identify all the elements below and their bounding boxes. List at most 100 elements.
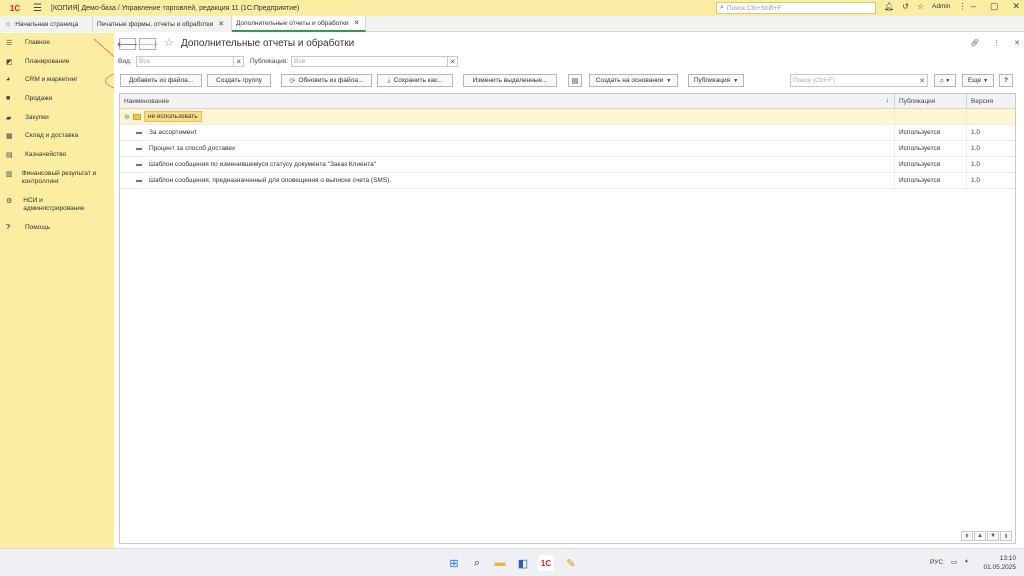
prev-page-icon[interactable]: ▲	[974, 531, 986, 541]
sort-down-icon: ↓	[885, 97, 890, 104]
onec-configurator-icon[interactable]: ✎	[563, 555, 579, 571]
close-icon[interactable]: ✕	[1012, 1, 1020, 12]
vid-filter-clear-icon[interactable]: ✕	[233, 56, 244, 67]
table-header: Наименование ↓ Публикация Версия	[120, 94, 1015, 109]
list-view-button[interactable]: ▤	[568, 74, 582, 87]
first-page-icon[interactable]: ⇞	[961, 531, 973, 541]
next-page-icon[interactable]: ▼	[987, 531, 999, 541]
tab-home[interactable]: ⌂ Начальная страница	[0, 16, 93, 32]
page-title: Дополнительные отчеты и обработки	[181, 38, 355, 49]
list-search-input[interactable]: Поиск (Ctrl+F)	[790, 74, 928, 87]
star-icon[interactable]: ☆	[917, 2, 924, 11]
history-icon[interactable]: ↺	[902, 2, 909, 11]
table-row-group[interactable]: ⊕ не использовать	[120, 109, 1015, 125]
file-explorer-icon[interactable]: ▬	[492, 555, 508, 571]
back-button[interactable]: 🡐	[117, 38, 138, 50]
search-clear-icon[interactable]: ✕	[916, 74, 928, 87]
global-search-input[interactable]: ⌕ Поиск Ctrl+Shift+F	[716, 2, 876, 14]
item-icon	[136, 179, 142, 182]
document-list-icon: ▤	[571, 77, 579, 85]
volume-icon[interactable]: 🔈︎	[965, 558, 969, 566]
app-title: [КОПИЯ] Демо-база / Управление торговлей…	[51, 4, 300, 12]
wallet-icon: ▤	[6, 152, 13, 159]
clock-time: 13:10	[999, 555, 1016, 562]
sidebar-item-purchases[interactable]: ▰ Закупки	[0, 114, 55, 122]
pub-filter-clear-icon[interactable]: ✕	[447, 56, 458, 67]
search-icon[interactable]: ⌕	[469, 555, 485, 571]
pub-filter-input[interactable]: Все	[291, 56, 448, 67]
more-actions-icon[interactable]: ⋮	[993, 39, 1000, 47]
link-icon[interactable]: 🔗︎	[970, 39, 979, 47]
create-based-on-button[interactable]: Создать на основании ▼	[589, 74, 678, 87]
close-form-icon[interactable]: ✕	[1014, 39, 1020, 47]
list-icon: ☰	[6, 40, 13, 47]
language-indicator[interactable]: РУС	[930, 559, 943, 566]
search-button[interactable]: ⌕ ▼	[934, 74, 956, 87]
windows-start-icon[interactable]: ⊞	[446, 555, 462, 571]
expand-icon[interactable]: ⊕	[124, 113, 130, 121]
network-icon[interactable]: ▭	[951, 558, 957, 566]
sidebar: ☰ Главное ◩ Планирование ◕ CRM и маркетинг …	[0, 33, 114, 548]
column-header-name[interactable]: Наименование ↓	[120, 94, 895, 109]
refresh-icon: ⟳	[289, 77, 296, 85]
column-header-publication[interactable]: Публикация	[895, 94, 967, 109]
sidebar-item-crm[interactable]: ◕ CRM и маркетинг	[0, 76, 84, 84]
table-row[interactable]: Шаблон сообщения по изменившемуся статус…	[120, 157, 1015, 173]
tab-home-label: Начальная страница	[15, 20, 79, 28]
item-icon	[136, 147, 142, 150]
sidebar-item-treasury[interactable]: ▤ Казначейство	[0, 151, 72, 159]
onec-app-icon[interactable]: 1С	[538, 555, 554, 571]
sidebar-item-nsi-admin[interactable]: ⚙ НСИ и администрирование	[0, 197, 100, 213]
minimize-icon[interactable]: –	[971, 1, 976, 12]
tab-additional-reports[interactable]: Дополнительные отчеты и обработки ✕	[232, 16, 366, 32]
sidebar-item-finance[interactable]: ▥ Финансовый результат и контроллинг	[0, 170, 110, 186]
dropdown-arrow-icon: ▼	[983, 77, 989, 84]
network-app-icon[interactable]: ◧	[515, 555, 531, 571]
table-row[interactable]: Шаблон сообщения, предназначенный для оп…	[120, 173, 1015, 189]
tab-print-forms[interactable]: Печатные формы, отчеты и обработки ✕	[93, 16, 232, 32]
help-button[interactable]: ?	[999, 74, 1013, 87]
truck-icon: ▰	[6, 115, 12, 122]
chart-icon: ◩	[6, 59, 13, 66]
dropdown-arrow-icon: ▼	[945, 77, 951, 84]
main-menu-icon[interactable]: ☰	[33, 3, 45, 14]
change-selected-button[interactable]: Изменить выделенные...	[463, 74, 557, 87]
publication-button[interactable]: Публикация ▼	[688, 74, 744, 87]
tab-print-forms-label: Печатные формы, отчеты и обработки	[97, 20, 214, 28]
close-tab-icon[interactable]: ✕	[354, 19, 360, 27]
save-as-button[interactable]: ⤓ Сохранить как...	[377, 74, 453, 87]
add-from-file-button[interactable]: Добавить из файла...	[120, 74, 202, 87]
table-row[interactable]: За ассортимент Используется 1.0	[120, 125, 1015, 141]
system-tray: РУС ▭ 🔈︎	[930, 558, 969, 566]
taskbar: ⊞ ⌕ ▬ ◧ 1С ✎ РУС ▭ 🔈︎ 13:10 01.05.2025	[0, 548, 1024, 576]
sidebar-item-sales[interactable]: ■ Продажи	[0, 95, 58, 103]
pub-filter-label: Публикация:	[250, 58, 289, 65]
favorite-star-icon[interactable]: ☆	[164, 36, 174, 49]
more-button[interactable]: Еще ▼	[962, 74, 994, 87]
tabs-bar: ⌂ Начальная страница Печатные формы, отч…	[0, 16, 1024, 32]
more-menu-icon[interactable]: ⋮	[958, 2, 966, 11]
user-name[interactable]: Admin	[932, 3, 950, 10]
search-icon: ⌕	[939, 75, 945, 85]
vid-filter-input[interactable]: Все	[136, 56, 234, 67]
sidebar-item-help[interactable]: ❓︎ Помощь	[0, 224, 56, 232]
last-page-icon[interactable]: ⇟	[1000, 531, 1012, 541]
app-logo: 1С	[9, 3, 21, 13]
sidebar-item-planning[interactable]: ◩ Планирование	[0, 58, 75, 66]
bell-icon[interactable]: 🔔︎	[884, 2, 894, 11]
gear-icon: ⚙	[6, 198, 13, 205]
close-tab-icon[interactable]: ✕	[218, 20, 224, 28]
create-group-button[interactable]: Создать группу	[207, 74, 271, 87]
column-header-version[interactable]: Версия	[967, 94, 1015, 109]
forward-button[interactable]: 🡒	[137, 38, 158, 50]
clock[interactable]: 13:10 01.05.2025	[980, 554, 1016, 572]
vid-filter-label: Вид:	[118, 58, 132, 65]
item-icon	[136, 163, 142, 166]
sidebar-item-main[interactable]: ☰ Главное	[0, 39, 56, 47]
table-row[interactable]: Процент за способ доставки Используется …	[120, 141, 1015, 157]
maximize-icon[interactable]: ▢	[990, 1, 999, 12]
table-pager: ⇞ ▲ ▼ ⇟	[961, 531, 1012, 541]
update-from-file-button[interactable]: ⟳ Обновить из файла...	[281, 74, 372, 87]
sidebar-item-warehouse[interactable]: ▦ Склад и доставка	[0, 132, 84, 140]
bag-icon: ■	[6, 95, 11, 102]
